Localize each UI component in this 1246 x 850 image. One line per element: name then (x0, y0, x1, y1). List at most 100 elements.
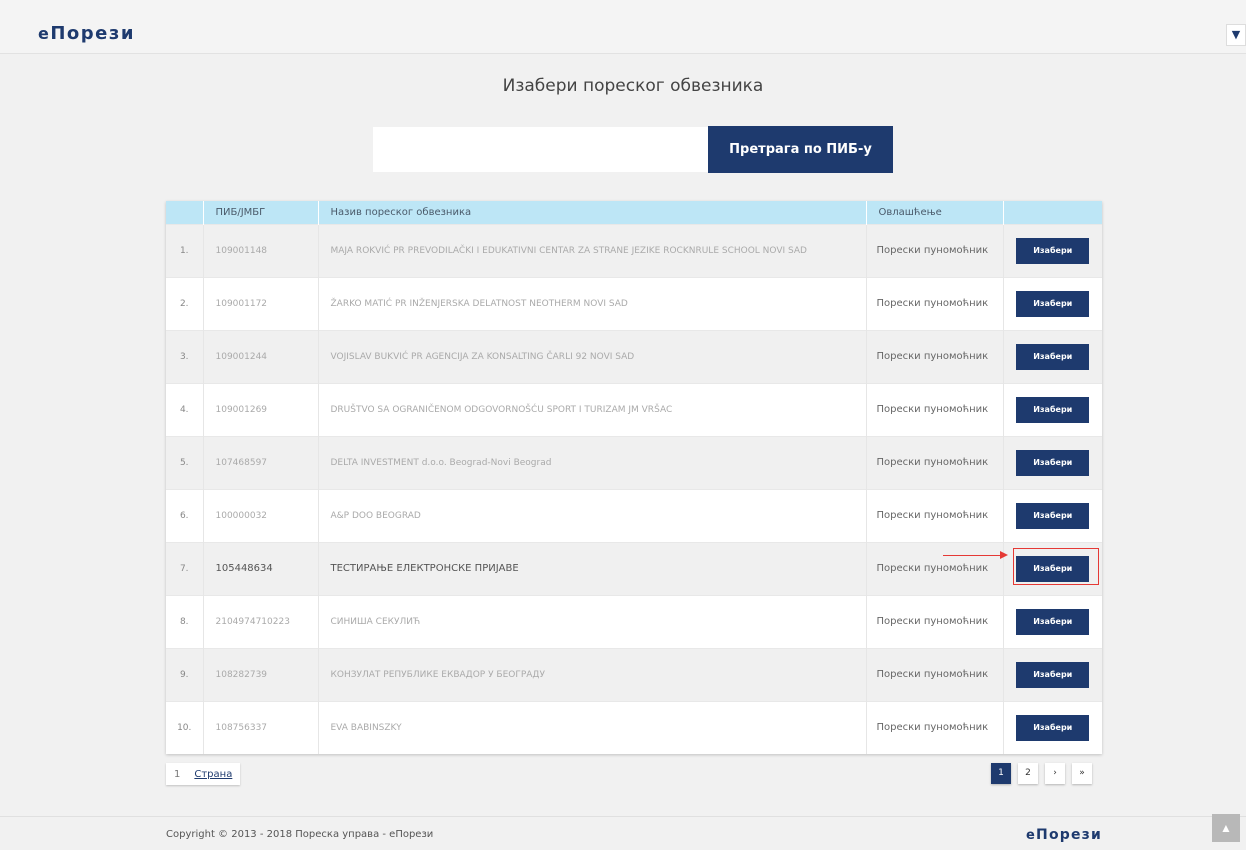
row-authorization: Порески пуномоћник (866, 329, 1004, 383)
choose-taxpayer-button[interactable]: Изабери (1016, 714, 1090, 741)
footer-divider (0, 816, 1246, 817)
row-pib: 105448634 (203, 541, 319, 595)
page-button-2[interactable]: 2 (1018, 763, 1038, 784)
table-row: 4. 109001269 DRUŠTVO SA OGRANIČENOM ODGOVO… (166, 382, 1102, 436)
row-action-cell: Изабери (1003, 700, 1102, 754)
row-number: 4. (166, 382, 204, 436)
choose-taxpayer-button[interactable]: Изабери (1016, 343, 1090, 370)
choose-taxpayer-button[interactable]: Изабери (1016, 555, 1090, 582)
row-number: 8. (166, 594, 204, 648)
choose-taxpayer-button[interactable]: Изабери (1016, 396, 1090, 423)
row-taxpayer-name: DRUŠTVO SA OGRANIČENOM ODGOVORNOŠĆU SPOR… (318, 382, 867, 436)
row-action-cell: Изабери (1003, 488, 1102, 542)
table-row: 2. 109001172 ŽARKO MATIĆ PR INŽENJERSKA DE… (166, 276, 1102, 330)
row-number: 10. (166, 700, 204, 754)
row-taxpayer-name: MAJA ROKVIĆ PR PREVODILAČKI I EDUKATIVNI… (318, 223, 867, 277)
choose-taxpayer-button[interactable]: Изабери (1016, 502, 1090, 529)
logo-prefix: е (38, 24, 51, 43)
last-page-button[interactable]: » (1072, 763, 1092, 784)
scroll-to-top-button[interactable]: ▲ (1212, 814, 1240, 842)
row-authorization: Порески пуномоћник (866, 647, 1004, 701)
row-authorization: Порески пуномоћник (866, 382, 1004, 436)
row-number: 7. (166, 541, 204, 595)
row-action-cell: Изабери (1003, 276, 1102, 330)
row-taxpayer-name: ТЕСТИРАЊЕ ЕЛЕКТРОНСКЕ ПРИЈАВЕ (318, 541, 867, 595)
table-row: 7. 105448634 ТЕСТИРАЊЕ ЕЛЕКТРОНСКЕ ПРИЈАВЕ… (166, 541, 1102, 595)
row-taxpayer-name: EVA BABINSZKY (318, 700, 867, 754)
row-pib: 109001244 (203, 329, 319, 383)
row-pib: 100000032 (203, 488, 319, 542)
row-action-cell: Изабери (1003, 541, 1102, 595)
footer-logo: еПорези (1026, 827, 1102, 843)
table-row: 6. 100000032 A&P DOO BEOGRAD Порески пуномо… (166, 488, 1102, 542)
page-label-link[interactable]: Страна (194, 769, 232, 780)
col-header-pib: ПИБ/ЈМБГ (203, 201, 319, 224)
choose-taxpayer-button[interactable]: Изабери (1016, 237, 1090, 264)
row-authorization: Порески пуномоћник (866, 488, 1004, 542)
row-action-cell: Изабери (1003, 329, 1102, 383)
table-row: 10. 108756337 EVA BABINSZKY Порески пуномоћ… (166, 700, 1102, 754)
row-number: 9. (166, 647, 204, 701)
row-taxpayer-name: VOJISLAV BUKVIĆ PR AGENCIJA ZA KONSALTIN… (318, 329, 867, 383)
row-authorization: Порески пуномоћник (866, 223, 1004, 277)
row-authorization: Порески пуномоћник (866, 594, 1004, 648)
chevron-down-icon[interactable]: ▼ (1226, 24, 1246, 46)
eporezi-logo[interactable]: еПорези (38, 23, 135, 44)
table-row: 1. 109001148 MAJA ROKVIĆ PR PREVODILAČKI I… (166, 223, 1102, 277)
pib-search-input[interactable] (373, 127, 708, 172)
row-pib: 109001172 (203, 276, 319, 330)
logo-text: Порези (50, 23, 135, 44)
row-taxpayer-name: КОНЗУЛАТ РЕПУБЛИКЕ ЕКВАДОР У БЕОГРАДУ (318, 647, 867, 701)
row-authorization: Порески пуномоћник (866, 541, 1004, 595)
row-pib: 108282739 (203, 647, 319, 701)
page-title: Изабери пореског обвезника (502, 76, 764, 96)
choose-taxpayer-button[interactable]: Изабери (1016, 290, 1090, 317)
row-action-cell: Изабери (1003, 382, 1102, 436)
table-row: 9. 108282739 КОНЗУЛАТ РЕПУБЛИКЕ ЕКВАДОР У … (166, 647, 1102, 701)
col-header-action (1003, 201, 1102, 224)
col-header-number (166, 201, 204, 224)
search-by-pib-button[interactable]: Претрага по ПИБ-у (708, 126, 893, 173)
col-header-name: Назив пореског обвезника (318, 201, 867, 224)
top-header: еПорези ▼ (0, 0, 1246, 54)
row-pib: 109001148 (203, 223, 319, 277)
row-action-cell: Изабери (1003, 435, 1102, 489)
row-number: 6. (166, 488, 204, 542)
taxpayer-table: ПИБ/ЈМБГ Назив пореског обвезника Овлашћ… (166, 201, 1102, 754)
page-number-input[interactable]: 1 (174, 769, 180, 780)
row-authorization: Порески пуномоћник (866, 700, 1004, 754)
row-taxpayer-name: ŽARKO MATIĆ PR INŽENJERSKA DELATNOST NEO… (318, 276, 867, 330)
row-action-cell: Изабери (1003, 647, 1102, 701)
table-header-row: ПИБ/ЈМБГ Назив пореског обвезника Овлашћ… (166, 201, 1102, 224)
row-authorization: Порески пуномоћник (866, 435, 1004, 489)
choose-taxpayer-button[interactable]: Изабери (1016, 608, 1090, 635)
annotation-arrow (943, 555, 1001, 556)
footer-logo-text: Порези (1036, 827, 1103, 843)
row-action-cell: Изабери (1003, 223, 1102, 277)
table-row: 8. 2104974710223 СИНИША СЕКУЛИЋ Порески пун… (166, 594, 1102, 648)
row-taxpayer-name: DELTA INVESTMENT d.o.o. Beograd-Novi Beo… (318, 435, 867, 489)
page-button-1[interactable]: 1 (991, 763, 1011, 784)
footer-logo-prefix: е (1026, 828, 1037, 843)
choose-taxpayer-button[interactable]: Изабери (1016, 661, 1090, 688)
row-authorization: Порески пуномоћник (866, 276, 1004, 330)
row-number: 5. (166, 435, 204, 489)
copyright-text: Copyright © 2013 - 2018 Пореска управа -… (166, 829, 434, 840)
table-row: 5. 107468597 DELTA INVESTMENT d.o.o. Beogr… (166, 435, 1102, 489)
page-indicator: 1 Страна (166, 763, 241, 785)
row-number: 3. (166, 329, 204, 383)
table-row: 3. 109001244 VOJISLAV BUKVIĆ PR AGENCIJA Z… (166, 329, 1102, 383)
row-taxpayer-name: СИНИША СЕКУЛИЋ (318, 594, 867, 648)
row-pib: 107468597 (203, 435, 319, 489)
row-number: 1. (166, 223, 204, 277)
row-number: 2. (166, 276, 204, 330)
row-taxpayer-name: A&P DOO BEOGRAD (318, 488, 867, 542)
next-page-button[interactable]: › (1045, 763, 1065, 784)
row-pib: 108756337 (203, 700, 319, 754)
annotation-arrow-head (1000, 551, 1008, 559)
pagination: 1 2 › » (991, 763, 1092, 784)
col-header-authorization: Овлашћење (866, 201, 1004, 224)
choose-taxpayer-button[interactable]: Изабери (1016, 449, 1090, 476)
row-pib: 2104974710223 (203, 594, 319, 648)
row-action-cell: Изабери (1003, 594, 1102, 648)
